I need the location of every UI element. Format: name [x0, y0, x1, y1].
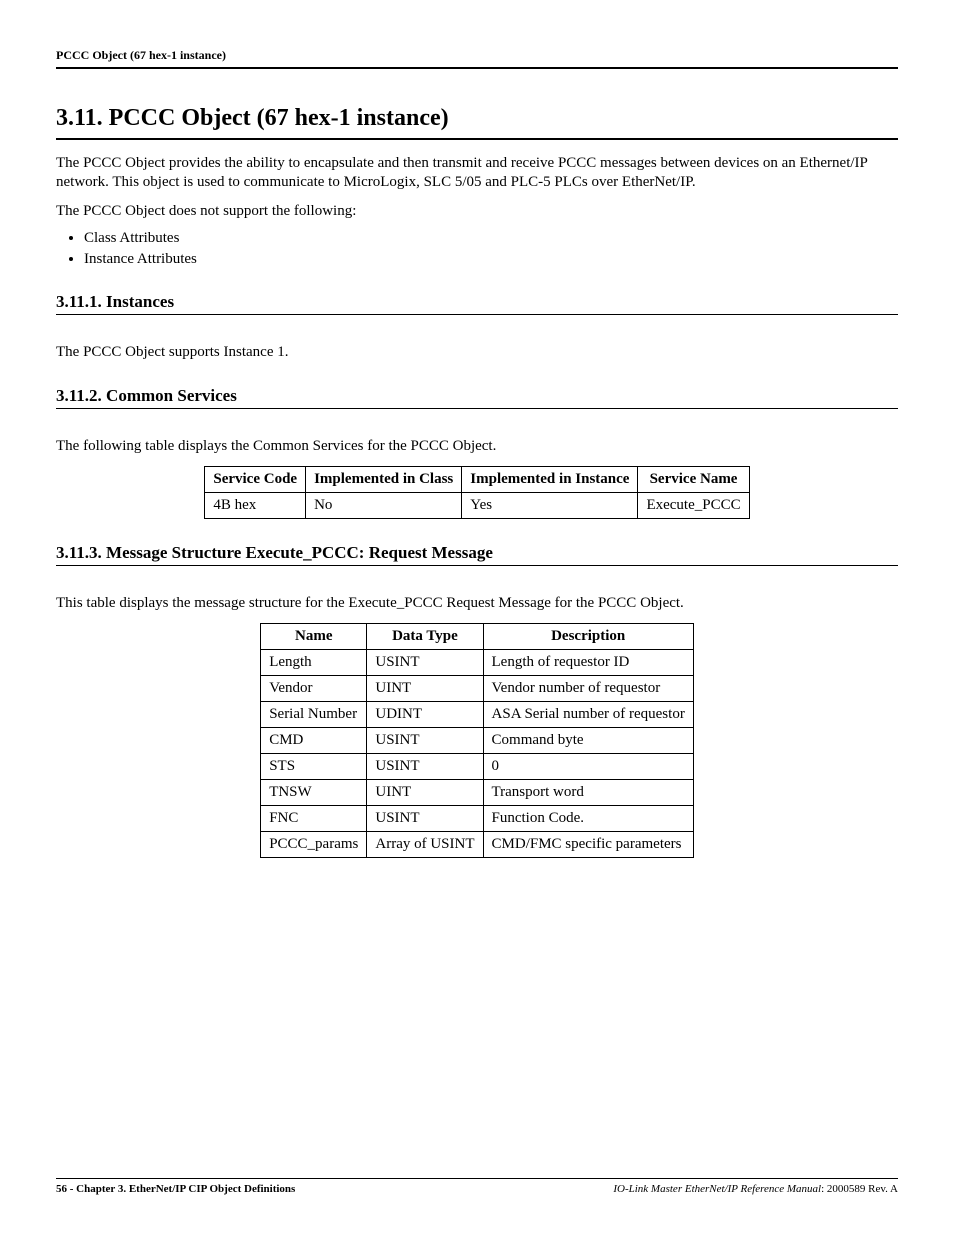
col-header: Name [261, 623, 367, 649]
not-support-list: Class Attributes Instance Attributes [56, 230, 898, 268]
table-cell: USINT [367, 727, 483, 753]
subsection-heading-common-services: 3.11.2. Common Services [56, 386, 898, 406]
table-cell: Function Code. [483, 805, 693, 831]
table-cell: Serial Number [261, 701, 367, 727]
table-cell: Length [261, 649, 367, 675]
table-row: Serial Number UDINT ASA Serial number of… [261, 701, 694, 727]
table-cell: UINT [367, 675, 483, 701]
table-row: Vendor UINT Vendor number of requestor [261, 675, 694, 701]
common-services-table: Service Code Implemented in Class Implem… [204, 466, 749, 519]
table-cell: Vendor [261, 675, 367, 701]
footer-rev: : 2000589 Rev. A [821, 1183, 898, 1195]
table-cell: STS [261, 753, 367, 779]
common-services-text: The following table displays the Common … [56, 437, 898, 456]
title-rule [56, 138, 898, 140]
intro-paragraph-1: The PCCC Object provides the ability to … [56, 154, 898, 192]
table-row: 4B hex No Yes Execute_PCCC [205, 492, 749, 518]
table-cell: ASA Serial number of requestor [483, 701, 693, 727]
subsection-heading-message-structure: 3.11.3. Message Structure Execute_PCCC: … [56, 543, 898, 563]
subsection-rule [56, 408, 898, 409]
table-cell: 4B hex [205, 492, 306, 518]
table-row: CMD USINT Command byte [261, 727, 694, 753]
table-cell: Command byte [483, 727, 693, 753]
footer-right: IO-Link Master EtherNet/IP Reference Man… [613, 1183, 898, 1195]
table-header-row: Service Code Implemented in Class Implem… [205, 466, 749, 492]
table-cell: No [306, 492, 462, 518]
table-row: TNSW UINT Transport word [261, 779, 694, 805]
table-cell: Transport word [483, 779, 693, 805]
table-cell: UDINT [367, 701, 483, 727]
table-cell: CMD/FMC specific parameters [483, 831, 693, 857]
table-cell: PCCC_params [261, 831, 367, 857]
table-cell: Length of requestor ID [483, 649, 693, 675]
table-cell: TNSW [261, 779, 367, 805]
col-header: Service Code [205, 466, 306, 492]
table-cell: 0 [483, 753, 693, 779]
table-row: STS USINT 0 [261, 753, 694, 779]
subsection-rule [56, 565, 898, 566]
running-header: PCCC Object (67 hex-1 instance) [56, 48, 898, 69]
list-item: Instance Attributes [84, 251, 898, 268]
col-header: Service Name [638, 466, 749, 492]
subsection-rule [56, 314, 898, 315]
table-row: PCCC_params Array of USINT CMD/FMC speci… [261, 831, 694, 857]
col-header: Description [483, 623, 693, 649]
request-message-table: Name Data Type Description Length USINT … [260, 623, 694, 858]
table-cell: CMD [261, 727, 367, 753]
table-cell: Vendor number of requestor [483, 675, 693, 701]
col-header: Data Type [367, 623, 483, 649]
footer-page-number: 56 [56, 1183, 67, 1195]
table-cell: UINT [367, 779, 483, 805]
table-row: FNC USINT Function Code. [261, 805, 694, 831]
table-cell: USINT [367, 805, 483, 831]
footer-left: 56 - Chapter 3. EtherNet/IP CIP Object D… [56, 1183, 295, 1195]
col-header: Implemented in Instance [462, 466, 638, 492]
instances-text: The PCCC Object supports Instance 1. [56, 343, 898, 362]
page-footer: 56 - Chapter 3. EtherNet/IP CIP Object D… [56, 1178, 898, 1195]
col-header: Implemented in Class [306, 466, 462, 492]
list-item: Class Attributes [84, 230, 898, 247]
section-title: 3.11. PCCC Object (67 hex-1 instance) [56, 105, 898, 132]
subsection-heading-instances: 3.11.1. Instances [56, 292, 898, 312]
table-cell: USINT [367, 753, 483, 779]
table-cell: Array of USINT [367, 831, 483, 857]
footer-manual-title: IO-Link Master EtherNet/IP Reference Man… [613, 1183, 821, 1195]
message-structure-text: This table displays the message structur… [56, 594, 898, 613]
table-cell: Yes [462, 492, 638, 518]
intro-paragraph-2: The PCCC Object does not support the fol… [56, 202, 898, 221]
table-cell: FNC [261, 805, 367, 831]
table-cell: USINT [367, 649, 483, 675]
footer-chapter: - Chapter 3. EtherNet/IP CIP Object Defi… [67, 1183, 295, 1195]
table-row: Length USINT Length of requestor ID [261, 649, 694, 675]
table-header-row: Name Data Type Description [261, 623, 694, 649]
table-cell: Execute_PCCC [638, 492, 749, 518]
